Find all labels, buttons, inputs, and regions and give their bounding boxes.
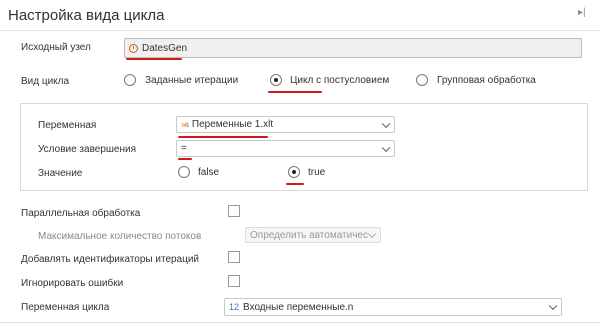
annotation-underline-variable [178,136,268,138]
radio-true[interactable] [288,166,300,178]
value-label: Значение [38,168,83,179]
dialog-title: Настройка вида цикла [8,7,165,24]
add-ids-label: Добавлять идентификаторы итераций [21,254,200,265]
source-node-label: Исходный узел [21,42,91,53]
condition-value: = [181,143,187,154]
clock-node-icon [129,43,138,53]
radio-fixed-iterations[interactable] [124,74,136,86]
loop-variable-label: Переменная цикла [21,302,110,313]
loop-variable-value: Входные переменные.n [243,301,354,313]
annotation-underline-source [126,58,182,60]
chevron-down-icon [367,229,377,239]
chevron-down-icon [548,301,558,311]
variable-value: Переменные 1.xlt [191,119,274,130]
radio-false-label: false [198,167,220,178]
variable-label: Переменная [38,120,97,131]
variable-type-icon: »a [181,120,189,129]
radio-false[interactable] [178,166,190,178]
number-type-icon: 12 [229,302,240,312]
radio-true-label: true [308,167,326,178]
bottom-divider [0,322,600,323]
radio-postcondition[interactable] [270,74,282,86]
loop-variable-select[interactable]: 12 Входные переменные.n [224,298,562,316]
ignore-errors-label: Игнорировать ошибки [21,278,124,289]
condition-label: Условие завершения [38,144,137,155]
ignore-errors-checkbox[interactable] [228,275,240,287]
pin-icon[interactable]: ▸| [578,6,592,20]
max-threads-select[interactable]: Определить автоматически [245,227,381,243]
variable-select[interactable]: »a Переменные 1.xlt [176,116,395,133]
radio-group-processing[interactable] [416,74,428,86]
cycle-type-label: Вид цикла [21,76,70,87]
annotation-underline-true [286,183,304,185]
add-ids-checkbox[interactable] [228,251,240,263]
max-threads-label: Максимальное количество потоков [38,231,202,242]
radio-postcondition-label: Цикл с постусловием [290,75,390,86]
max-threads-value: Определить автоматически [250,229,368,241]
chevron-down-icon [381,119,391,128]
chevron-down-icon [381,143,391,152]
source-node-value: DatesGen [142,42,188,54]
annotation-underline-condition [178,158,192,160]
radio-fixed-iterations-label: Заданные итерации [145,75,239,86]
annotation-underline-postcondition [268,91,322,93]
source-node-field[interactable]: DatesGen [124,38,582,58]
parallel-label: Параллельная обработка [21,208,141,219]
parallel-checkbox[interactable] [228,205,240,217]
header-divider [0,30,600,31]
radio-group-processing-label: Групповая обработка [437,75,536,86]
condition-select[interactable]: = [176,140,395,157]
